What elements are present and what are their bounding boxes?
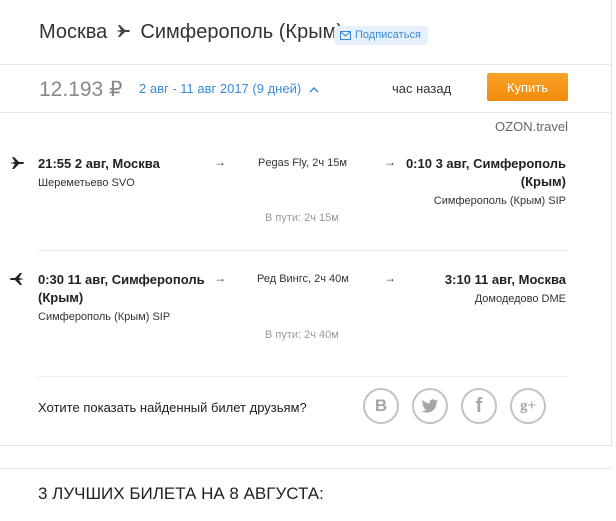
arrival-time: 0:10 3 авг, Симферополь (Крым) [406,155,566,191]
updated-time: час назад [392,81,452,96]
carrier-info: Ред Вингс, 2ч 40м [257,273,349,285]
return-plane-icon [9,272,25,291]
travel-duration: В пути: 2ч 15м [265,212,339,224]
subscribe-button[interactable]: Подписаться [334,26,428,45]
header-divider [0,64,612,65]
route-title: Москва Симферополь (Крым) [39,21,343,44]
departure-time-line2: (Крым) [38,290,84,305]
vk-glyph: В [374,396,388,415]
vk-icon[interactable]: В [363,388,399,424]
arrow-right-icon: → [214,155,226,169]
arrival-time-line2: (Крым) [520,174,566,189]
buy-button[interactable]: Купить [487,73,568,101]
arrow-right-icon: → [214,271,226,285]
arrival-time-line1: 0:10 3 авг, Симферополь [405,156,566,171]
plane-icon [115,21,133,44]
twitter-icon[interactable] [412,388,448,424]
departure-time-line1: 0:30 11 авг, Симферополь [38,272,205,287]
mail-icon [340,31,351,40]
offer-divider [0,112,612,113]
departure-airport: Симферополь (Крым) SIP [38,311,171,323]
segment-divider [38,250,568,251]
departure-time: 21:55 2 авг, Москва [38,156,160,171]
arrow-right-icon: → [384,155,396,169]
departure-time: 0:30 11 авг, Симферополь (Крым) [38,271,205,307]
subscribe-label: Подписаться [355,29,421,41]
ticket-price: 12.193 ₽ [39,78,123,101]
dates-toggle[interactable]: 2 авг - 11 авг 2017 (9 дней) [139,81,319,96]
carrier-info: Pegas Fly, 2ч 15м [258,157,347,169]
arrow-right-icon: → [384,271,396,285]
facebook-glyph: f [475,394,483,417]
arrival-airport: Домодедово DME [474,293,566,305]
google-plus-glyph: g+ [519,397,537,414]
section-divider [0,468,612,469]
provider-label: OZON.travel [495,119,568,134]
dates-label: 2 авг - 11 авг 2017 (9 дней) [139,81,302,96]
route-destination: Симферополь (Крым) [140,21,343,43]
route-origin: Москва [39,21,108,43]
chevron-up-icon [309,81,319,96]
arrival-time: 3:10 11 авг, Москва [444,272,566,287]
google-plus-icon[interactable]: g+ [510,388,546,424]
departure-plane-icon [9,156,25,175]
arrival-airport: Симферополь (Крым) SIP [433,195,566,207]
share-divider [38,376,568,377]
ticket-card: Москва Симферополь (Крым) Подписаться 12… [0,0,612,446]
facebook-icon[interactable]: f [461,388,497,424]
share-question: Хотите показать найденный билет друзьям? [38,400,307,415]
departure-airport: Шереметьево SVO [38,177,135,189]
best-tickets-heading: 3 ЛУЧШИХ БИЛЕТА НА 8 АВГУСТА: [38,484,324,503]
travel-duration: В пути: 2ч 40м [265,329,339,341]
